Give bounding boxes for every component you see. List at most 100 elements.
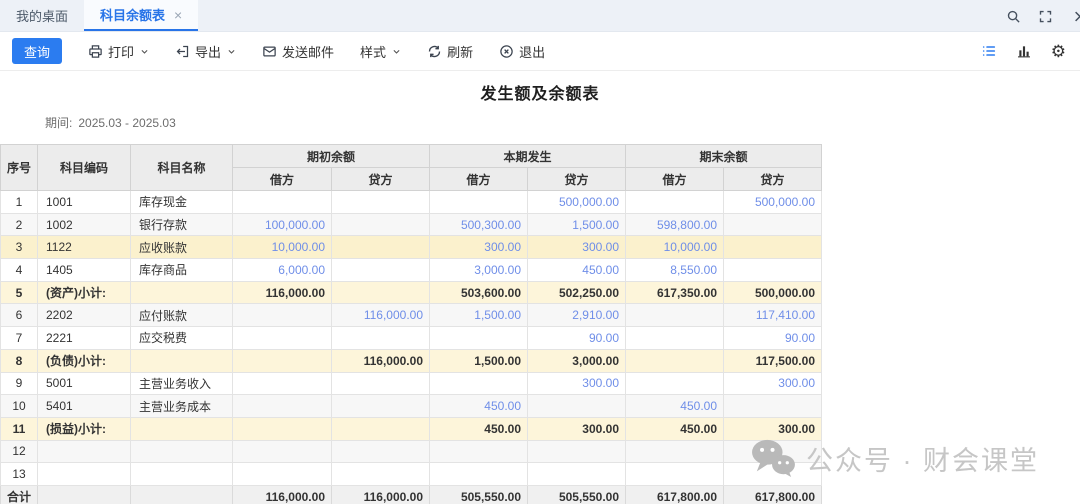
cell-current-debit[interactable]: 450.00: [430, 417, 528, 440]
cell-seq[interactable]: 8: [1, 349, 38, 372]
cell-current-credit[interactable]: 502,250.00: [528, 281, 626, 304]
cell-closing-credit[interactable]: 300.00: [724, 372, 822, 395]
cell-current-credit[interactable]: 300.00: [528, 236, 626, 259]
table-row[interactable]: 21002银行存款100,000.00500,300.001,500.00598…: [1, 213, 822, 236]
cell-seq[interactable]: 10: [1, 395, 38, 418]
cell-closing-debit[interactable]: 617,800.00: [626, 485, 724, 504]
cell-closing-credit[interactable]: 117,410.00: [724, 304, 822, 327]
table-row[interactable]: 62202应付账款116,000.001,500.002,910.00117,4…: [1, 304, 822, 327]
bar-chart-icon[interactable]: [1016, 43, 1032, 59]
cell-seq[interactable]: 4: [1, 259, 38, 282]
send-email-button[interactable]: 发送邮件: [262, 42, 334, 61]
cell-name[interactable]: [131, 463, 233, 486]
table-row[interactable]: 12: [1, 440, 822, 463]
cell-current-credit[interactable]: [528, 395, 626, 418]
cell-closing-debit[interactable]: 8,550.00: [626, 259, 724, 282]
cell-seq[interactable]: 2: [1, 213, 38, 236]
cell-opening-debit[interactable]: [233, 327, 332, 350]
cell-closing-credit[interactable]: [724, 213, 822, 236]
cell-current-credit[interactable]: 450.00: [528, 259, 626, 282]
close-icon[interactable]: ×: [174, 8, 182, 22]
cell-current-debit[interactable]: [430, 327, 528, 350]
cell-closing-credit[interactable]: [724, 440, 822, 463]
cell-code[interactable]: 5401: [38, 395, 131, 418]
table-row[interactable]: 41405库存商品6,000.003,000.00450.008,550.00: [1, 259, 822, 282]
cell-code[interactable]: 1001: [38, 191, 131, 214]
table-row[interactable]: 31122应收账款10,000.00300.00300.0010,000.00: [1, 236, 822, 259]
cell-opening-debit[interactable]: [233, 349, 332, 372]
cell-opening-credit[interactable]: [332, 327, 430, 350]
cell-seq[interactable]: 9: [1, 372, 38, 395]
exit-button[interactable]: 退出: [499, 42, 545, 61]
print-button[interactable]: 打印: [88, 42, 149, 61]
cell-closing-credit[interactable]: 300.00: [724, 417, 822, 440]
cell-name[interactable]: 库存商品: [131, 259, 233, 282]
cell-code[interactable]: 1002: [38, 213, 131, 236]
cell-current-debit[interactable]: 450.00: [430, 395, 528, 418]
query-button[interactable]: 查询: [12, 38, 62, 64]
cell-opening-debit[interactable]: 116,000.00: [233, 485, 332, 504]
search-icon[interactable]: [1006, 9, 1021, 24]
cell-current-debit[interactable]: [430, 191, 528, 214]
cell-name[interactable]: 主营业务成本: [131, 395, 233, 418]
cell-closing-debit[interactable]: [626, 327, 724, 350]
cell-code[interactable]: (负债)小计:: [38, 349, 131, 372]
cell-code[interactable]: (损益)小计:: [38, 417, 131, 440]
cell-name[interactable]: 应交税费: [131, 327, 233, 350]
cell-seq[interactable]: 1: [1, 191, 38, 214]
table-row[interactable]: 8(负债)小计:116,000.001,500.003,000.00117,50…: [1, 349, 822, 372]
cell-seq[interactable]: 3: [1, 236, 38, 259]
chevron-right-icon[interactable]: [1070, 9, 1080, 24]
cell-closing-credit[interactable]: 500,000.00: [724, 281, 822, 304]
cell-closing-debit[interactable]: 450.00: [626, 395, 724, 418]
cell-seq[interactable]: 合计: [1, 485, 38, 504]
cell-seq[interactable]: 6: [1, 304, 38, 327]
cell-opening-credit[interactable]: [332, 281, 430, 304]
cell-closing-debit[interactable]: [626, 372, 724, 395]
cell-current-credit[interactable]: 505,550.00: [528, 485, 626, 504]
cell-current-debit[interactable]: [430, 440, 528, 463]
cell-name[interactable]: [131, 485, 233, 504]
cell-current-debit[interactable]: 3,000.00: [430, 259, 528, 282]
table-row[interactable]: 105401主营业务成本 450.00 450.00: [1, 395, 822, 418]
cell-current-credit[interactable]: 90.00: [528, 327, 626, 350]
cell-opening-debit[interactable]: [233, 304, 332, 327]
table-total-row[interactable]: 合计116,000.00116,000.00505,550.00505,550.…: [1, 485, 822, 504]
cell-opening-credit[interactable]: [332, 372, 430, 395]
cell-seq[interactable]: 12: [1, 440, 38, 463]
cell-opening-credit[interactable]: 116,000.00: [332, 349, 430, 372]
cell-code[interactable]: 2202: [38, 304, 131, 327]
cell-closing-debit[interactable]: [626, 463, 724, 486]
cell-current-credit[interactable]: 2,910.00: [528, 304, 626, 327]
cell-current-debit[interactable]: [430, 372, 528, 395]
cell-code[interactable]: 1405: [38, 259, 131, 282]
cell-closing-credit[interactable]: [724, 259, 822, 282]
table-row[interactable]: 95001主营业务收入300.00300.00: [1, 372, 822, 395]
refresh-button[interactable]: 刷新: [427, 42, 473, 61]
cell-code[interactable]: [38, 440, 131, 463]
cell-closing-credit[interactable]: 500,000.00: [724, 191, 822, 214]
cell-current-debit[interactable]: 505,550.00: [430, 485, 528, 504]
cell-current-debit[interactable]: [430, 463, 528, 486]
cell-opening-debit[interactable]: [233, 372, 332, 395]
cell-opening-debit[interactable]: [233, 440, 332, 463]
cell-name[interactable]: 主营业务收入: [131, 372, 233, 395]
cell-opening-credit[interactable]: [332, 463, 430, 486]
cell-current-debit[interactable]: 500,300.00: [430, 213, 528, 236]
style-button[interactable]: 样式: [360, 42, 401, 61]
cell-closing-debit[interactable]: 598,800.00: [626, 213, 724, 236]
cell-opening-debit[interactable]: 10,000.00: [233, 236, 332, 259]
cell-current-credit[interactable]: 1,500.00: [528, 213, 626, 236]
cell-closing-debit[interactable]: [626, 440, 724, 463]
cell-closing-debit[interactable]: 617,350.00: [626, 281, 724, 304]
cell-name[interactable]: [131, 281, 233, 304]
cell-opening-credit[interactable]: [332, 213, 430, 236]
cell-closing-debit[interactable]: [626, 191, 724, 214]
cell-seq[interactable]: 5: [1, 281, 38, 304]
tab-my-desktop[interactable]: 我的桌面: [0, 0, 84, 31]
cell-opening-credit[interactable]: [332, 191, 430, 214]
cell-opening-credit[interactable]: [332, 236, 430, 259]
table-row[interactable]: 11001库存现金500,000.00500,000.00: [1, 191, 822, 214]
cell-name[interactable]: 银行存款: [131, 213, 233, 236]
cell-code[interactable]: [38, 485, 131, 504]
